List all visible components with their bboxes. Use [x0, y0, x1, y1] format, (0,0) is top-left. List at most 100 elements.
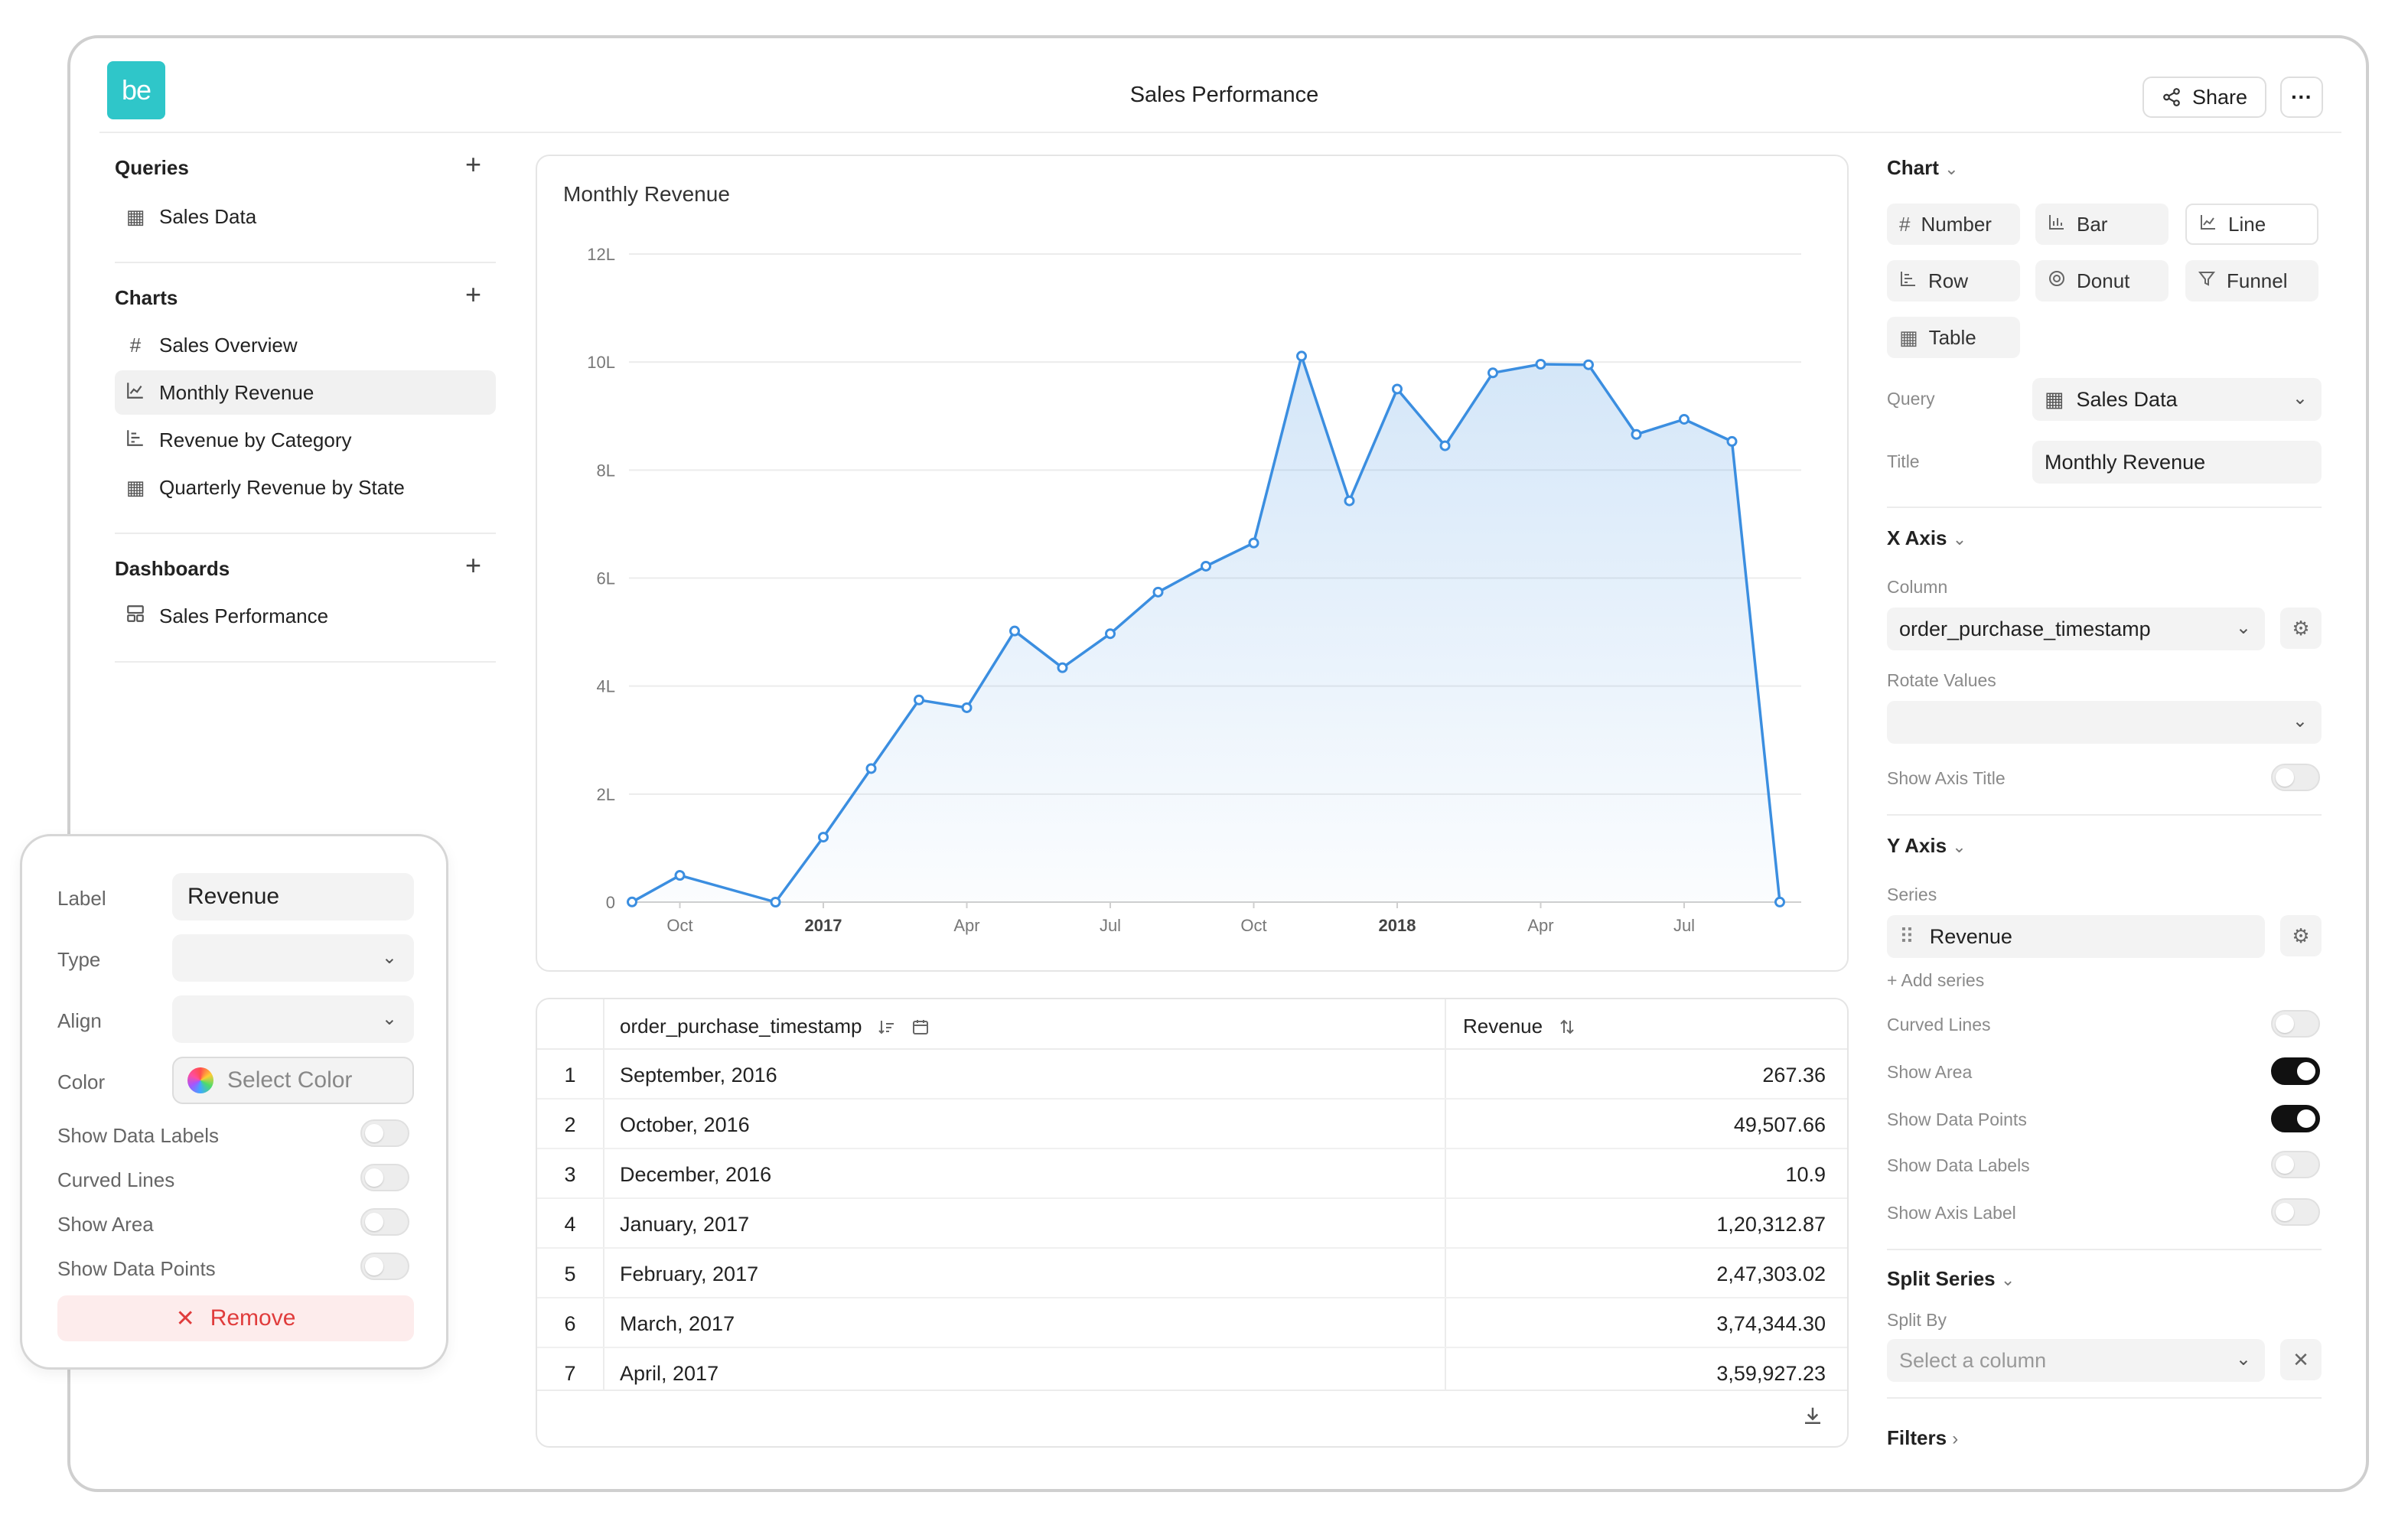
- sort-updown-icon[interactable]: [1558, 1018, 1576, 1036]
- gear-icon: ⚙: [2292, 924, 2310, 947]
- popup-show-data-points-toggle[interactable]: [360, 1253, 409, 1280]
- share-button[interactable]: Share: [2142, 77, 2266, 118]
- data-point: [627, 896, 637, 907]
- column-settings-button[interactable]: ⚙: [2280, 608, 2322, 649]
- chart-type-funnel[interactable]: Funnel: [2185, 260, 2318, 301]
- panel-divider: [1887, 507, 2322, 508]
- show-axis-title-toggle[interactable]: [2271, 764, 2320, 791]
- sidebar-item-sales-overview[interactable]: # Sales Overview: [115, 323, 496, 367]
- section-label: Chart: [1887, 156, 1939, 179]
- data-point: [1296, 350, 1307, 362]
- panel-divider: [1887, 814, 2322, 816]
- toggle-knob: [365, 1168, 383, 1187]
- more-options-button[interactable]: ···: [2280, 77, 2323, 118]
- chart-type-line[interactable]: Line: [2185, 204, 2318, 245]
- sidebar-item-monthly-revenue[interactable]: Monthly Revenue: [115, 370, 496, 415]
- bar-chart-icon: [2048, 213, 2066, 236]
- sidebar-item-quarterly-revenue-by-state[interactable]: ▦ Quarterly Revenue by State: [115, 465, 496, 510]
- table-row[interactable]: 2 October, 2016 49,507.66: [537, 1100, 1847, 1149]
- calendar-icon[interactable]: [911, 1018, 930, 1036]
- type-select[interactable]: ⌄: [172, 934, 414, 982]
- sidebar-item-label: Sales Data: [159, 204, 257, 228]
- popup-show-data-labels-toggle[interactable]: [360, 1119, 409, 1147]
- add-series-link[interactable]: + Add series: [1887, 970, 1984, 991]
- add-dashboard-button[interactable]: +: [465, 549, 481, 582]
- chevron-down-icon: ⌄: [2235, 617, 2251, 638]
- split-series-section-title[interactable]: Split Series ⌄: [1887, 1267, 2015, 1291]
- split-by-select[interactable]: Select a column ⌄: [1887, 1339, 2265, 1382]
- y-axis-section-title[interactable]: Y Axis ⌄: [1887, 834, 1966, 858]
- align-select[interactable]: ⌄: [172, 995, 414, 1043]
- column-select[interactable]: order_purchase_timestamp ⌄: [1887, 608, 2265, 650]
- y-tick-label: 0: [606, 893, 615, 912]
- title-input[interactable]: Monthly Revenue: [2032, 441, 2322, 484]
- y-tick-label: 12L: [587, 245, 615, 264]
- sidebar-item-sales-data[interactable]: ▦ Sales Data: [115, 194, 496, 239]
- y-tick-label: 8L: [597, 461, 615, 480]
- dashboards-title: Dashboards: [115, 557, 230, 580]
- table-row[interactable]: 4 January, 2017 1,20,312.87: [537, 1199, 1847, 1249]
- series-item[interactable]: ⠿ Revenue: [1887, 915, 2265, 958]
- cell-revenue: 1,20,312.87: [1716, 1213, 1826, 1236]
- filters-section-title[interactable]: Filters ›: [1887, 1426, 1958, 1450]
- data-point: [1392, 383, 1403, 395]
- chevron-down-icon: ⌄: [2000, 1270, 2015, 1289]
- show-axis-label-label: Show Axis Label: [1887, 1203, 2016, 1223]
- color-wheel-icon: [187, 1067, 213, 1093]
- sidebar-item-label: Sales Overview: [159, 333, 298, 357]
- x-axis-section-title[interactable]: X Axis ⌄: [1887, 526, 1966, 550]
- sidebar-divider: [115, 533, 496, 534]
- add-query-button[interactable]: +: [465, 148, 481, 181]
- funnel-icon: [2198, 269, 2216, 293]
- chart-type-table[interactable]: ▦ Table: [1887, 317, 2020, 358]
- column-header-label: order_purchase_timestamp: [620, 1015, 862, 1038]
- query-select[interactable]: ▦ Sales Data ⌄: [2032, 378, 2322, 421]
- header-divider: [99, 132, 2341, 133]
- chart-type-label: Bar: [2077, 212, 2108, 236]
- column-header-revenue[interactable]: Revenue: [1463, 1015, 1576, 1038]
- sort-icon[interactable]: [878, 1018, 896, 1036]
- close-icon: ✕: [175, 1305, 195, 1331]
- add-chart-button[interactable]: +: [465, 279, 481, 311]
- label-input[interactable]: Revenue: [172, 873, 414, 920]
- chart-section-title[interactable]: Chart ⌄: [1887, 156, 1959, 180]
- column-header-timestamp[interactable]: order_purchase_timestamp: [620, 1015, 930, 1038]
- more-icon: ···: [2291, 85, 2312, 109]
- table-row[interactable]: 5 February, 2017 2,47,303.02: [537, 1249, 1847, 1298]
- cell-revenue: 3,59,927.23: [1716, 1362, 1826, 1385]
- show-area-toggle[interactable]: [2271, 1057, 2320, 1085]
- split-by-placeholder: Select a column: [1899, 1348, 2047, 1372]
- sidebar-item-revenue-by-category[interactable]: Revenue by Category: [115, 418, 496, 462]
- sidebar-item-label: Quarterly Revenue by State: [159, 475, 405, 499]
- chart-type-number[interactable]: # Number: [1887, 204, 2020, 245]
- table-row[interactable]: 6 March, 2017 3,74,344.30: [537, 1298, 1847, 1348]
- x-tick-label: 2018: [1379, 916, 1416, 935]
- table-header: order_purchase_timestamp Revenue: [537, 999, 1847, 1050]
- rotate-values-select[interactable]: ⌄: [1887, 701, 2322, 744]
- section-label: X Axis: [1887, 526, 1947, 549]
- row-number: 4: [564, 1213, 576, 1236]
- chart-type-row[interactable]: Row: [1887, 260, 2020, 301]
- show-axis-label-toggle[interactable]: [2271, 1198, 2320, 1226]
- chart-type-donut[interactable]: Donut: [2035, 260, 2169, 301]
- y-tick-label: 2L: [597, 785, 615, 804]
- sidebar-item-sales-performance[interactable]: Sales Performance: [115, 594, 496, 638]
- curved-lines-toggle[interactable]: [2271, 1010, 2320, 1038]
- monthly-revenue-chart[interactable]: 0 2L 4L 6L 8L 10L 12L Oct 2017 Apr Jul Oct 2018 Apr J…: [537, 156, 1850, 973]
- chart-type-bar[interactable]: Bar: [2035, 204, 2169, 245]
- download-icon[interactable]: [1801, 1405, 1824, 1434]
- remove-series-button[interactable]: ✕ Remove: [57, 1295, 414, 1341]
- show-data-labels-toggle[interactable]: [2271, 1151, 2320, 1178]
- show-area-label: Show Area: [57, 1213, 154, 1236]
- popup-show-area-toggle[interactable]: [360, 1208, 409, 1236]
- drag-handle-icon[interactable]: ⠿: [1899, 925, 1914, 949]
- table-row[interactable]: 3 December, 2016 10.9: [537, 1149, 1847, 1199]
- clear-split-button[interactable]: ✕: [2280, 1339, 2322, 1380]
- table-row[interactable]: 1 September, 2016 267.36: [537, 1050, 1847, 1100]
- series-settings-button[interactable]: ⚙: [2280, 915, 2322, 956]
- show-data-labels-label: Show Data Labels: [1887, 1155, 2030, 1175]
- color-picker[interactable]: Select Color: [172, 1057, 414, 1104]
- app-logo[interactable]: be: [107, 61, 165, 119]
- popup-curved-lines-toggle[interactable]: [360, 1164, 409, 1191]
- show-data-points-toggle[interactable]: [2271, 1105, 2320, 1132]
